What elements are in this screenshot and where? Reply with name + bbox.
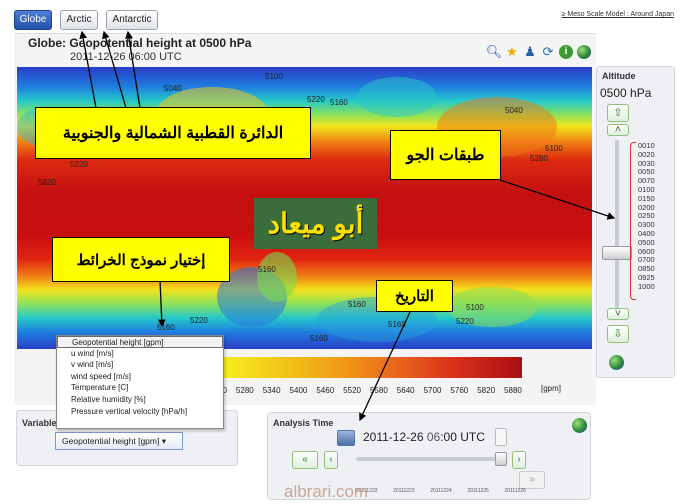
annotation-date: التاريخ (376, 280, 453, 312)
arrow-to-antarctic (125, 30, 141, 109)
arrow-to-date (359, 311, 411, 422)
arrow-to-arctic (79, 30, 97, 109)
arrow-to-arctic-2 (102, 30, 127, 109)
watermark-text: أبو ميعاد (267, 208, 364, 239)
arrow-to-altitude (499, 179, 616, 220)
arrow-to-dropdown (157, 279, 166, 328)
annotation-poles: الدائرة القطبية الشمالية والجنوبية (35, 107, 311, 159)
watermark-box: أبو ميعاد (254, 198, 377, 249)
annotation-model-choice: إختيار نموذج الخرائط (52, 237, 230, 282)
annotation-layers: طبقات الجو (390, 130, 501, 180)
site-watermark: albrari.com (284, 482, 369, 501)
